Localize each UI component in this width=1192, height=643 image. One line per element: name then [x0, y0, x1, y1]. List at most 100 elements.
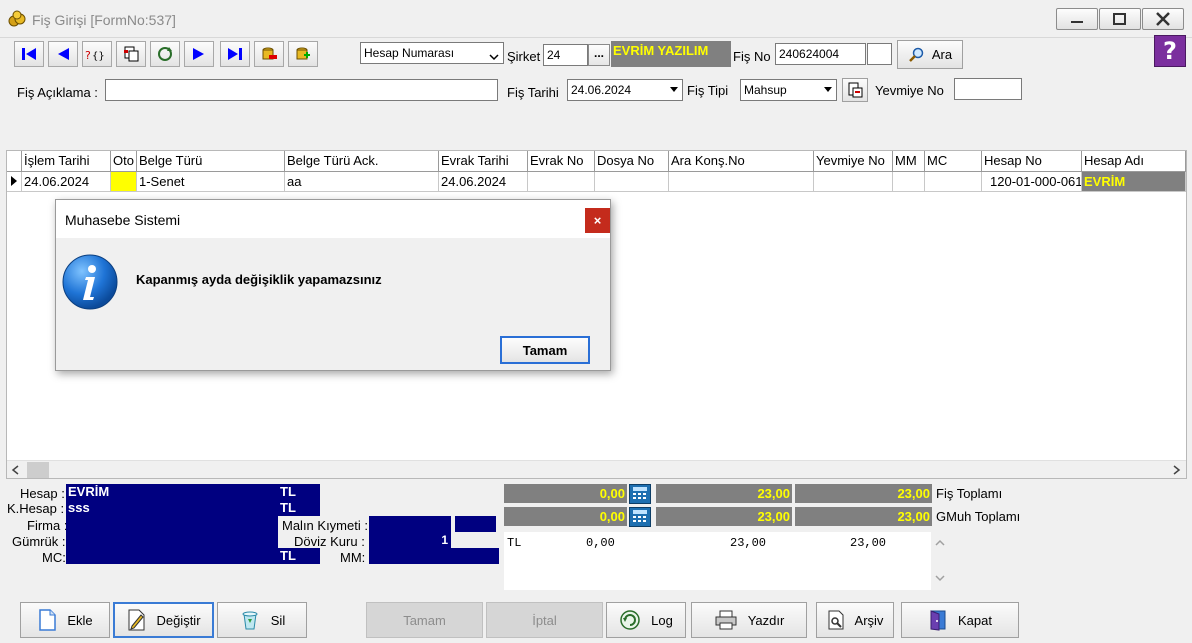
row-indicator-header — [7, 151, 22, 172]
info-icon — [62, 254, 118, 310]
gmuh-total-credit: 23,00 — [795, 507, 932, 526]
company-lookup-button[interactable]: ... — [588, 44, 610, 66]
table-cell[interactable] — [925, 172, 982, 192]
close-button[interactable]: Kapat — [901, 602, 1019, 638]
column-header[interactable]: Yevmiye No — [814, 151, 893, 172]
scroll-down-icon[interactable] — [934, 573, 946, 583]
help-button[interactable]: ? — [1154, 35, 1186, 67]
column-header[interactable]: MM — [893, 151, 925, 172]
search-button[interactable]: Ara — [897, 40, 963, 69]
column-header[interactable]: MC — [925, 151, 982, 172]
column-header[interactable]: Dosya No — [595, 151, 669, 172]
copy-record-button[interactable] — [116, 41, 146, 67]
summary-value: 23,00 — [730, 536, 767, 550]
previous-icon — [58, 48, 69, 60]
add-record-button[interactable] — [288, 41, 318, 67]
column-header[interactable]: Ara Konş.No — [669, 151, 814, 172]
table-cell[interactable]: 1-Senet — [137, 172, 285, 192]
table-cell[interactable]: EVRİM — [1082, 172, 1186, 192]
dialog-header: Muhasebe Sistemi × — [56, 200, 610, 238]
account-name-display: EVRİM — [66, 484, 278, 500]
archive-button[interactable]: Arşiv — [816, 602, 894, 638]
add-button[interactable]: Ekle — [20, 602, 110, 638]
scroll-thumb[interactable] — [27, 462, 49, 478]
scroll-left-icon[interactable] — [11, 465, 21, 475]
mc-currency-text: TL — [280, 548, 296, 563]
gmuh-total-fc: 0,00 — [504, 507, 627, 526]
company-name-display: EVRİM YAZILIM — [611, 41, 731, 67]
column-header[interactable]: Belge Türü — [137, 151, 285, 172]
table-cell[interactable]: 24.06.2024 — [22, 172, 111, 192]
query-button[interactable]: ?{} — [82, 41, 112, 67]
journal-input[interactable] — [954, 78, 1022, 100]
table-cell[interactable] — [669, 172, 814, 192]
print-preview-button[interactable] — [842, 78, 868, 102]
summary-currency: TL — [507, 536, 522, 550]
maximize-button[interactable] — [1099, 8, 1141, 30]
column-header[interactable]: Evrak No — [528, 151, 595, 172]
column-header[interactable]: Evrak Tarihi — [439, 151, 528, 172]
gmuh-total-debit: 23,00 — [656, 507, 792, 526]
previous-record-button[interactable] — [48, 41, 78, 67]
search-mode-value: Hesap Numarası — [364, 46, 455, 60]
column-header[interactable]: Belge Türü Ack. — [285, 151, 439, 172]
table-cell[interactable] — [814, 172, 893, 192]
log-button-label: Log — [651, 612, 673, 628]
dialog-ok-button[interactable]: Tamam — [500, 336, 590, 364]
description-input[interactable] — [105, 79, 498, 101]
print-button[interactable]: Yazdır — [691, 602, 807, 638]
voucher-total-debit: 23,00 — [656, 484, 792, 503]
cancel-button[interactable]: İptal — [486, 602, 603, 638]
table-cell[interactable]: 24.06.2024 — [439, 172, 528, 192]
exit-door-icon — [930, 610, 946, 631]
search-mode-select[interactable]: Hesap Numarası — [360, 42, 504, 64]
table-cell[interactable] — [595, 172, 669, 192]
column-header[interactable]: Hesap Adı — [1082, 151, 1186, 172]
row-indicator — [7, 172, 22, 192]
voucher-suffix-input[interactable] — [867, 43, 892, 65]
date-picker[interactable]: 24.06.2024 — [567, 79, 683, 101]
chevron-down-icon — [670, 87, 678, 92]
column-header[interactable]: Oto — [111, 151, 137, 172]
table-cell[interactable] — [893, 172, 925, 192]
goods-value-extra-display — [455, 516, 496, 532]
journal-label: Yevmiye No — [875, 83, 944, 98]
description-label: Fiş Açıklama : — [17, 85, 98, 100]
column-header[interactable]: Hesap No — [982, 151, 1082, 172]
calculator-button-2[interactable] — [629, 507, 651, 527]
delete-record-button[interactable] — [254, 41, 284, 67]
currency-summary-list[interactable]: TL 0,00 23,00 23,00 — [504, 532, 931, 590]
ok-button[interactable]: Tamam — [366, 602, 483, 638]
voucher-total-label: Fiş Toplamı — [936, 486, 1003, 501]
table-cell[interactable] — [111, 172, 137, 192]
delete-button-label: Sil — [270, 612, 286, 628]
last-record-button[interactable] — [220, 41, 250, 67]
column-header[interactable]: İşlem Tarihi — [22, 151, 111, 172]
calculator-button[interactable] — [629, 484, 651, 504]
delete-button[interactable]: Sil — [217, 602, 307, 638]
refresh-button[interactable] — [150, 41, 180, 67]
table-cell[interactable]: 120-01-000-061 — [982, 172, 1082, 192]
minimize-button[interactable] — [1056, 8, 1098, 30]
first-record-button[interactable] — [14, 41, 44, 67]
table-cell[interactable]: aa — [285, 172, 439, 192]
table-cell[interactable] — [528, 172, 595, 192]
dialog-close-button[interactable]: × — [585, 208, 610, 233]
horizontal-scrollbar[interactable] — [7, 460, 1186, 478]
mc-currency-display: TL — [278, 548, 320, 564]
edit-button[interactable]: Değiştir — [113, 602, 214, 638]
next-record-button[interactable] — [184, 41, 214, 67]
database-add-icon — [296, 47, 310, 60]
message-dialog: Muhasebe Sistemi × Kapanmış ayda değişik… — [55, 199, 611, 371]
dialog-message: Kapanmış ayda değişiklik yapamazsınız — [136, 272, 382, 287]
type-select[interactable]: Mahsup — [740, 79, 837, 101]
magnifier-icon — [908, 47, 924, 62]
company-label: Şirket — [507, 49, 541, 64]
scroll-right-icon[interactable] — [1171, 465, 1181, 475]
close-window-button[interactable] — [1142, 8, 1184, 30]
company-code-input[interactable]: 24 — [543, 44, 588, 66]
scroll-up-icon[interactable] — [934, 538, 946, 548]
account-label: Hesap : — [20, 486, 65, 501]
log-button[interactable]: Log — [606, 602, 686, 638]
voucher-no-input[interactable]: 240624004 — [775, 43, 866, 65]
